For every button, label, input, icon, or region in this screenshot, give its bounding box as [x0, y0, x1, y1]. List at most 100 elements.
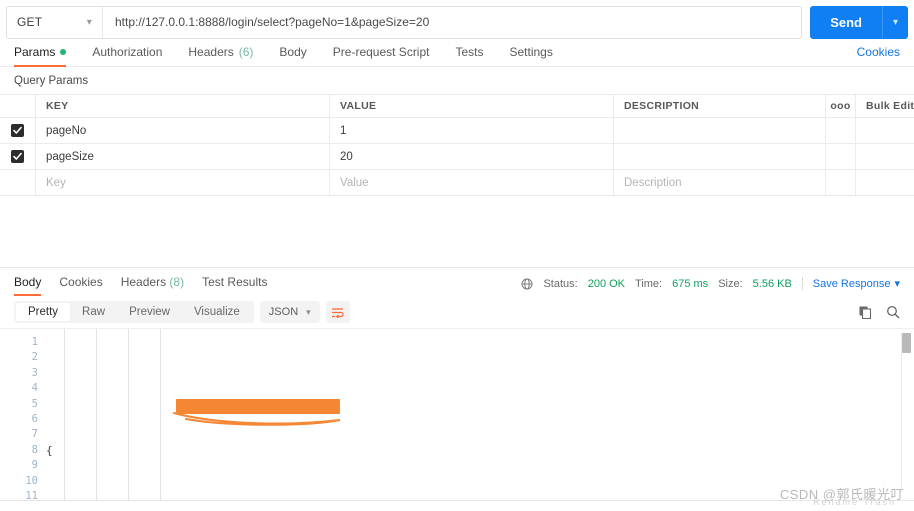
- line-number: 3: [31, 366, 38, 379]
- tab-settings-label: Settings: [509, 45, 553, 59]
- indent-guide: [96, 329, 97, 500]
- view-mode-preview[interactable]: Preview: [117, 303, 182, 321]
- response-size: 5.56 KB: [752, 277, 792, 290]
- url-input[interactable]: http://127.0.0.1:8888/login/select?pageN…: [103, 7, 801, 38]
- chevron-down-icon: ▾: [894, 278, 900, 290]
- new-param-description-input[interactable]: Description: [614, 170, 826, 195]
- status-label: Status:: [543, 277, 578, 290]
- status-footer: [0, 500, 914, 511]
- header-key: KEY: [36, 95, 330, 117]
- view-mode-pretty[interactable]: Pretty: [16, 303, 71, 321]
- postman-window: GET ▾ http://127.0.0.1:8888/login/select…: [0, 0, 914, 511]
- row-spacer-bulk: [856, 144, 914, 169]
- response-tab-headers-count: (8): [169, 275, 185, 289]
- tab-tests[interactable]: Tests: [455, 45, 495, 66]
- send-options-chevron-icon[interactable]: ▾: [882, 5, 908, 39]
- tab-pre-request-script[interactable]: Pre-request Script: [333, 45, 442, 66]
- row-checkbox-cell: [0, 170, 36, 195]
- tab-authorization-label: Authorization: [92, 45, 163, 59]
- http-method-select[interactable]: GET ▾: [7, 6, 103, 38]
- divider: [801, 277, 803, 290]
- response-body-toolbar: Pretty Raw Preview Visualize JSON ▾: [0, 296, 914, 328]
- table-options-icon[interactable]: ooo: [826, 95, 856, 117]
- globe-icon: [521, 278, 533, 290]
- json-token: {: [46, 443, 53, 457]
- bulk-edit-button[interactable]: Bulk Edit: [856, 95, 914, 117]
- cookies-link[interactable]: Cookies: [857, 45, 900, 66]
- row-checkbox-cell: [0, 144, 36, 169]
- tab-settings[interactable]: Settings: [510, 45, 565, 66]
- table-row: pageSize 20: [0, 144, 914, 170]
- search-icon[interactable]: [886, 305, 900, 319]
- query-params-table: KEY VALUE DESCRIPTION ooo Bulk Edit page…: [0, 94, 914, 196]
- indent-guide: [64, 329, 65, 500]
- view-mode-raw[interactable]: Raw: [70, 303, 117, 321]
- tab-authorization[interactable]: Authorization: [92, 45, 174, 66]
- json-code-area[interactable]: { "datas": { "data": [ { "loginTime": "2…: [46, 329, 892, 500]
- line-number: 4: [31, 382, 38, 395]
- view-mode-visualize[interactable]: Visualize: [182, 303, 252, 321]
- size-label: Size:: [718, 277, 743, 290]
- response-tab-headers[interactable]: Headers (8): [121, 275, 184, 296]
- tab-pre-request-script-label: Pre-request Script: [332, 45, 430, 59]
- line-number: 9: [31, 459, 38, 472]
- param-key-input[interactable]: pageSize: [36, 144, 330, 169]
- response-tab-body[interactable]: Body: [14, 275, 42, 296]
- response-tab-headers-label: Headers: [120, 275, 167, 289]
- param-description-input[interactable]: [614, 118, 826, 143]
- line-number: 6: [31, 412, 38, 425]
- row-checkbox-cell: [0, 118, 36, 143]
- copy-icon[interactable]: [859, 306, 872, 319]
- tab-tests-label: Tests: [455, 45, 484, 59]
- time-label: Time:: [635, 277, 663, 290]
- tab-body-label: Body: [279, 45, 307, 59]
- tab-body[interactable]: Body: [279, 45, 318, 66]
- send-group: Send ▾: [810, 5, 908, 39]
- params-empty-area: [0, 196, 914, 268]
- table-row-empty: Key Value Description: [0, 170, 914, 196]
- params-modified-dot-icon: [60, 49, 67, 55]
- line-number: 8: [31, 443, 38, 456]
- param-value-input[interactable]: 20: [330, 144, 614, 169]
- wrap-lines-button[interactable]: [325, 301, 350, 323]
- table-header-row: KEY VALUE DESCRIPTION ooo Bulk Edit: [0, 95, 914, 118]
- new-param-value-input[interactable]: Value: [330, 170, 614, 195]
- row-spacer-dots: [826, 170, 856, 195]
- param-description-input[interactable]: [614, 144, 826, 169]
- http-method-label: GET: [17, 15, 43, 29]
- param-value-input[interactable]: 1: [330, 118, 614, 143]
- response-tab-cookies[interactable]: Cookies: [59, 275, 102, 296]
- watermark-secondary-text: Rename Trash: [812, 497, 896, 507]
- response-tab-test-results[interactable]: Test Results: [202, 275, 267, 296]
- send-button[interactable]: Send: [810, 5, 882, 39]
- chevron-down-icon: ▾: [306, 306, 311, 317]
- json-vertical-scrollbar[interactable]: [901, 333, 911, 493]
- response-format-label: JSON: [268, 306, 299, 318]
- save-response-button[interactable]: Save Response ▾: [813, 277, 900, 291]
- scrollbar-thumb[interactable]: [902, 333, 911, 353]
- param-enabled-checkbox[interactable]: [11, 124, 24, 137]
- tab-headers-label: Headers: [188, 45, 234, 59]
- line-number: 5: [31, 397, 38, 410]
- row-spacer-bulk: [856, 118, 914, 143]
- tab-headers[interactable]: Headers (6): [188, 45, 265, 66]
- row-spacer-dots: [826, 118, 856, 143]
- new-param-key-input[interactable]: Key: [36, 170, 330, 195]
- line-number: 10: [25, 474, 38, 487]
- response-time: 675 ms: [672, 277, 709, 290]
- line-number: 2: [31, 351, 38, 364]
- json-line: {: [46, 443, 892, 458]
- response-body-json-viewer[interactable]: 1 2 3 4 5 6 7 8 9 10 11 { "datas": { "da…: [0, 328, 914, 500]
- indent-guide: [128, 329, 129, 500]
- indent-guide: [160, 329, 161, 500]
- response-format-select[interactable]: JSON ▾: [259, 301, 320, 323]
- param-key-input[interactable]: pageNo: [36, 118, 330, 143]
- line-number-gutter: 1 2 3 4 5 6 7 8 9 10 11: [0, 329, 46, 500]
- redaction-block-idcard-1: [176, 399, 340, 414]
- url-input-group: GET ▾ http://127.0.0.1:8888/login/select…: [6, 5, 803, 39]
- row-spacer-bulk: [856, 170, 914, 195]
- line-number: 7: [31, 428, 38, 441]
- param-enabled-checkbox[interactable]: [11, 150, 24, 163]
- chevron-down-icon: ▾: [86, 16, 92, 28]
- tab-params[interactable]: Params: [14, 45, 78, 67]
